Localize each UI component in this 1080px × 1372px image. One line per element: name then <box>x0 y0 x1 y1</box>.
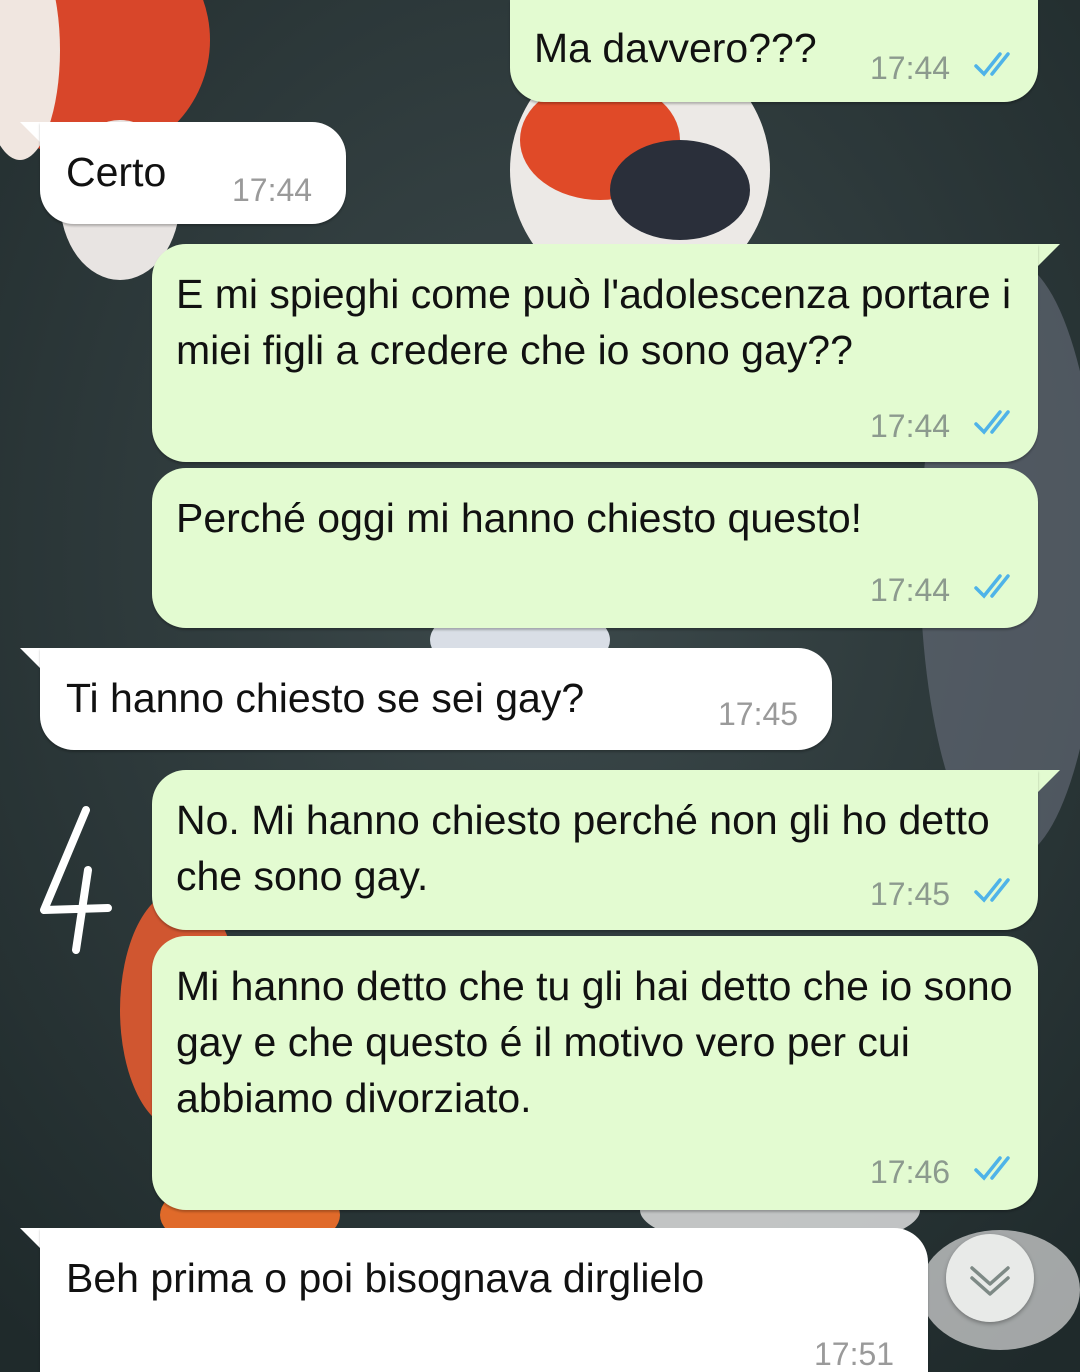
double-check-icon <box>974 410 1010 435</box>
message-bubble-outgoing[interactable]: Perché oggi mi hanno chiesto questo! 17:… <box>152 468 1038 628</box>
message-text: Ma davvero??? <box>534 25 817 71</box>
message-text: Certo <box>66 149 167 195</box>
chevron-double-down-icon <box>970 1266 1010 1296</box>
message-text: Beh prima o poi bisognava dirglielo <box>66 1255 705 1301</box>
message-time: 17:44 <box>870 50 951 86</box>
double-check-icon <box>974 1156 1010 1181</box>
message-bubble-incoming[interactable]: Ti hanno chiesto se sei gay? 17:45 <box>40 648 832 750</box>
message-text: E mi spieghi come può l'adolescenza port… <box>176 271 1012 373</box>
scroll-to-bottom-button[interactable] <box>946 1234 1034 1322</box>
message-bubble-outgoing[interactable]: E mi spieghi come può l'adolescenza port… <box>152 244 1038 462</box>
message-text: Perché oggi mi hanno chiesto questo! <box>176 495 863 541</box>
message-time: 17:46 <box>870 1154 951 1190</box>
message-text: Mi hanno detto che tu gli hai detto che … <box>176 963 1013 1121</box>
message-bubble-incoming[interactable]: Beh prima o poi bisognava dirglielo 17:5… <box>40 1228 928 1372</box>
double-check-icon <box>974 574 1010 599</box>
message-bubble-outgoing[interactable]: Mi hanno detto che tu gli hai detto che … <box>152 936 1038 1210</box>
message-text: Ti hanno chiesto se sei gay? <box>66 675 585 721</box>
message-time: 17:45 <box>870 876 951 912</box>
message-time: 17:45 <box>718 696 799 732</box>
message-bubble-outgoing[interactable]: No. Mi hanno chiesto perché non gli ho d… <box>152 770 1038 930</box>
message-bubble-outgoing[interactable]: Ma davvero??? 17:44 <box>510 0 1038 102</box>
message-time: 17:51 <box>814 1336 895 1372</box>
message-time: 17:44 <box>232 172 313 208</box>
handwritten-number-annotation <box>40 806 112 954</box>
message-time: 17:44 <box>870 408 951 444</box>
double-check-icon <box>974 52 1010 77</box>
message-bubble-incoming[interactable]: Certo 17:44 <box>40 122 346 224</box>
message-time: 17:44 <box>870 572 951 608</box>
double-check-icon <box>974 878 1010 903</box>
